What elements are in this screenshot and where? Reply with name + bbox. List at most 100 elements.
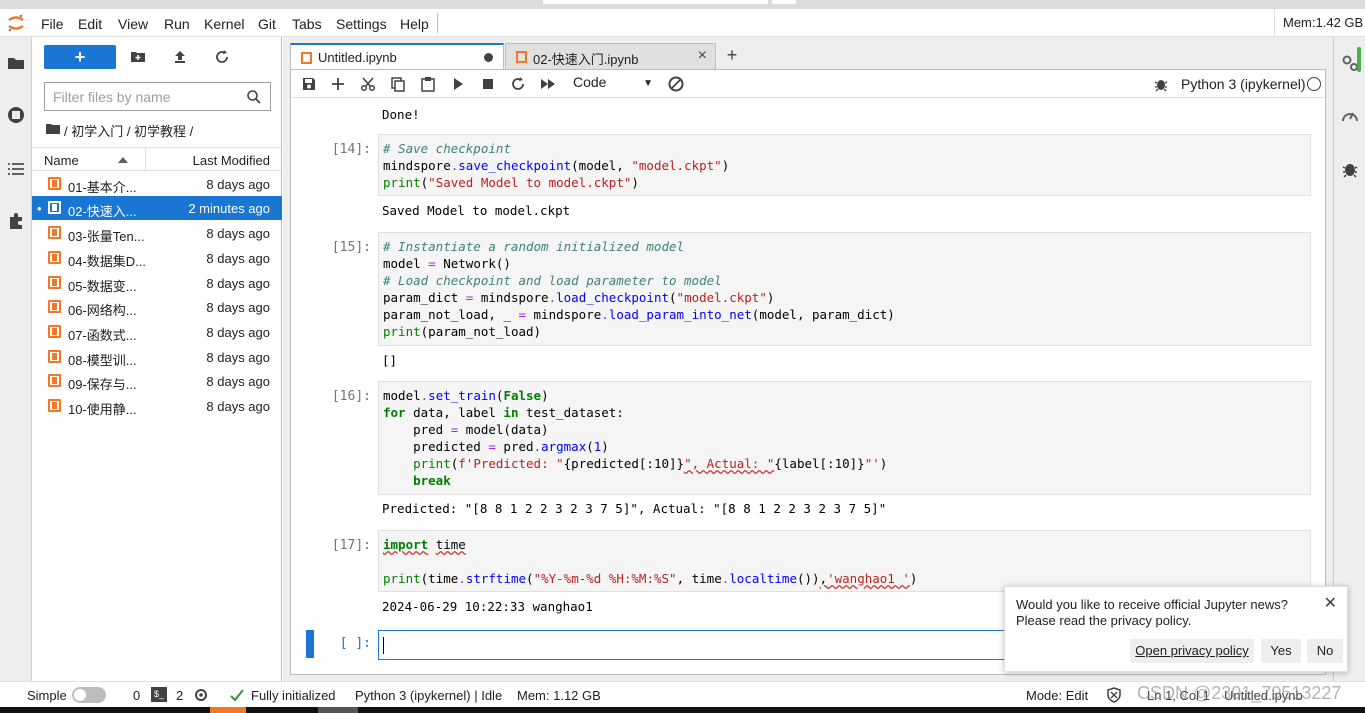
run-icon[interactable]: [450, 76, 466, 92]
cell-prompt: [15]:: [331, 240, 371, 255]
extension-puzzle-icon[interactable]: [6, 211, 26, 231]
file-row[interactable]: 01-基本介... 8 days ago: [32, 172, 282, 196]
memory-indicator: Mem:1.42 GB: [1274, 9, 1363, 37]
notebook-icon: [48, 374, 61, 387]
memory-usage: Mem: 1.12 GB: [517, 688, 601, 703]
add-cell-icon[interactable]: [330, 76, 346, 92]
copy-icon[interactable]: [390, 76, 406, 92]
kernel-gear-icon: [195, 689, 207, 701]
menu-edit[interactable]: Edit: [78, 16, 102, 32]
taskbar-strip: [0, 707, 1365, 713]
code-cell[interactable]: model.set_train(False) for data, label i…: [378, 381, 1311, 495]
new-folder-icon[interactable]: [130, 49, 146, 65]
sort-ascending-icon: [118, 157, 128, 163]
notification-submessage: Please read the privacy policy.: [1016, 613, 1192, 628]
cell-type-select[interactable]: Code ▼: [573, 74, 653, 94]
jupyter-news-notification: Would you like to receive official Jupyt…: [1004, 586, 1348, 672]
menu-view[interactable]: View: [118, 16, 148, 32]
menu-kernel[interactable]: Kernel: [204, 16, 244, 32]
cell-prompt: [14]:: [331, 142, 371, 157]
folder-icon[interactable]: [46, 122, 60, 135]
file-row-selected[interactable]: • 02-快速入... 2 minutes ago: [32, 196, 282, 220]
add-tab-button[interactable]: +: [720, 43, 744, 69]
main-area: Untitled.ipynb 02-快速入门.ipynb × + Code ▼: [283, 37, 1333, 681]
unsaved-dot-icon[interactable]: [484, 53, 493, 62]
cell-output: Done!: [382, 107, 420, 122]
code-cell[interactable]: # Instantiate a random initialized model…: [378, 232, 1311, 346]
file-row[interactable]: 06-网络构... 8 days ago: [32, 295, 282, 319]
cell-output: Saved Model to model.ckpt: [382, 203, 571, 218]
debugger-bug-icon[interactable]: [1153, 76, 1169, 92]
save-icon[interactable]: [301, 76, 317, 92]
kernel-count[interactable]: 2: [176, 688, 183, 703]
running-icon[interactable]: [6, 105, 26, 125]
menu-file[interactable]: File: [41, 16, 64, 32]
resource-gauge-icon[interactable]: [1340, 107, 1360, 127]
scrollbar-indicator[interactable]: [1357, 47, 1361, 72]
tab-untitled[interactable]: Untitled.ipynb: [290, 43, 504, 69]
kernel-idle-circle-icon: [1307, 77, 1321, 91]
kernel-name[interactable]: Python 3 (ipykernel): [1181, 76, 1306, 92]
right-sidebar: [1333, 37, 1365, 681]
file-row[interactable]: 10-使用静... 8 days ago: [32, 394, 282, 418]
code-cell[interactable]: import time print(time.strftime("%Y-%m-%…: [378, 530, 1311, 592]
lsp-check-icon: [230, 689, 244, 702]
stop-icon[interactable]: [480, 76, 496, 92]
breadcrumb-path[interactable]: / 初学入门 / 初学教程 /: [64, 121, 193, 140]
file-list-header: Name Last Modified: [32, 147, 282, 172]
file-row[interactable]: 08-模型训... 8 days ago: [32, 345, 282, 369]
filter-input[interactable]: [53, 89, 243, 105]
menu-help[interactable]: Help: [400, 16, 429, 32]
menu-settings[interactable]: Settings: [336, 16, 387, 32]
notebook-icon: [48, 325, 61, 338]
notebook-panel: Code ▼ Python 3 (ipykernel) Done! [14]: …: [290, 69, 1326, 675]
filter-box: [44, 82, 271, 111]
cell-output: []: [382, 353, 398, 368]
menu-run[interactable]: Run: [164, 16, 190, 32]
kernel-status[interactable]: Python 3 (ipykernel) | Idle: [355, 688, 502, 703]
file-row[interactable]: 03-张量Ten... 8 days ago: [32, 221, 282, 245]
upload-icon[interactable]: [172, 49, 188, 65]
no-button[interactable]: No: [1307, 639, 1343, 663]
menu-git[interactable]: Git: [258, 16, 276, 32]
terminal-count[interactable]: 0: [133, 688, 140, 703]
fast-forward-icon[interactable]: [540, 76, 556, 92]
mode-indicator[interactable]: Mode: Edit: [1026, 688, 1088, 703]
new-launcher-button[interactable]: +: [44, 45, 116, 69]
tab-02-quickstart[interactable]: 02-快速入门.ipynb ×: [505, 43, 716, 69]
lsp-status[interactable]: Fully initialized: [251, 688, 336, 703]
terminal-icon: $_: [151, 687, 167, 702]
yes-button[interactable]: Yes: [1261, 639, 1301, 663]
column-last-modified[interactable]: Last Modified: [193, 153, 270, 168]
file-row[interactable]: 09-保存与... 8 days ago: [32, 369, 282, 393]
file-row[interactable]: 05-数据变... 8 days ago: [32, 271, 282, 295]
text-cursor: [383, 637, 384, 654]
file-row[interactable]: 04-数据集D... 8 days ago: [32, 246, 282, 270]
tab-bar: Untitled.ipynb 02-快速入门.ipynb × +: [290, 43, 1333, 69]
notebook-icon: [48, 399, 61, 412]
close-tab-icon[interactable]: ×: [698, 47, 707, 65]
refresh-icon[interactable]: [214, 49, 230, 65]
toc-icon[interactable]: [6, 159, 26, 179]
code-cell[interactable]: # Save checkpoint mindspore.save_checkpo…: [378, 134, 1311, 196]
column-name[interactable]: Name: [44, 153, 79, 168]
menu-tabs[interactable]: Tabs: [292, 16, 322, 32]
cell-prompt: [16]:: [331, 389, 371, 404]
simple-mode-label: Simple: [27, 688, 67, 703]
notebook-icon: [48, 350, 61, 363]
close-icon[interactable]: ✕: [1324, 593, 1337, 613]
cell-output: Predicted: "[8 8 1 2 2 3 2 3 7 5]", Actu…: [382, 501, 887, 516]
code-content: model.set_train(False) for data, label i…: [383, 388, 888, 488]
debugger-bug-icon[interactable]: [1340, 159, 1360, 179]
trusted-shield-icon[interactable]: [1106, 687, 1122, 703]
cut-icon[interactable]: [360, 76, 376, 92]
notebook-icon: [48, 276, 61, 289]
restart-icon[interactable]: [510, 76, 526, 92]
file-row[interactable]: 07-函数式... 8 days ago: [32, 320, 282, 344]
chevron-down-icon: ▼: [643, 78, 653, 89]
folder-icon[interactable]: [6, 53, 26, 73]
git-diff-icon[interactable]: [667, 75, 685, 93]
paste-icon[interactable]: [420, 76, 436, 92]
open-privacy-policy-button[interactable]: Open privacy policy: [1130, 639, 1254, 663]
simple-mode-toggle[interactable]: [72, 687, 106, 703]
